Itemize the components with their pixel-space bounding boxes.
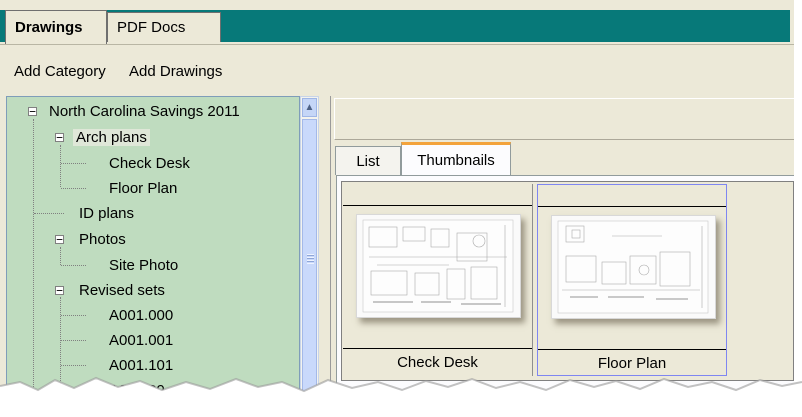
tree-connector: [61, 315, 86, 316]
grip-icon: [307, 254, 314, 264]
tree-node-floor-plan[interactable]: Floor Plan: [109, 176, 177, 200]
divider: [538, 206, 726, 207]
tree-node-label: North Carolina Savings 2011: [49, 102, 240, 120]
scroll-thumb[interactable]: [302, 119, 317, 395]
drawing-thumbnail: [551, 215, 716, 319]
tree-connector: [60, 145, 61, 187]
category-tree: − North Carolina Savings 2011 − Arch pla…: [6, 96, 300, 395]
tab-drawings-label: Drawings: [15, 19, 83, 36]
tree-node-id-plans[interactable]: ID plans: [79, 201, 134, 225]
tree-node-label: A001.000: [109, 306, 174, 324]
tree-node-arch-plans[interactable]: Arch plans: [73, 125, 150, 149]
scroll-up-arrow-icon[interactable]: ▲: [302, 98, 317, 117]
tab-thumbnails-label: Thumbnails: [417, 151, 495, 169]
tree-connector: [61, 188, 86, 189]
collapse-icon[interactable]: −: [55, 132, 64, 143]
tree-node-label: Site Photo: [109, 256, 179, 274]
tree-node-photos[interactable]: Photos: [79, 227, 126, 251]
torn-edge-decoration: [0, 376, 802, 417]
tree-node-revised-sets[interactable]: Revised sets: [79, 278, 165, 302]
thumbnail-card[interactable]: Check Desk: [343, 184, 533, 376]
tree-scrollbar[interactable]: ▲: [300, 96, 319, 395]
tree-node-a001-000[interactable]: A001.000: [109, 303, 173, 327]
divider: [538, 349, 726, 350]
tab-list-label: List: [356, 152, 380, 170]
toolbar: Add Category Add Drawings: [0, 44, 794, 93]
collapse-icon[interactable]: −: [55, 285, 64, 296]
tree-connector: [61, 265, 86, 266]
tab-drawings[interactable]: Drawings: [5, 10, 107, 44]
tree-node-site-photo[interactable]: Site Photo: [109, 253, 178, 277]
tab-pdf-docs-label: PDF Docs: [117, 19, 186, 36]
tree-node-label: Revised sets: [79, 281, 165, 299]
tab-thumbnails[interactable]: Thumbnails: [401, 142, 511, 175]
tree-node-label: Arch plans: [73, 128, 150, 146]
tree-connector: [34, 213, 64, 214]
tree-node-label: Photos: [79, 230, 126, 248]
tree-connector: [33, 119, 34, 395]
drawing-thumbnail: [356, 214, 521, 318]
collapse-icon[interactable]: −: [55, 234, 64, 245]
add-category-button[interactable]: Add Category: [14, 63, 106, 80]
divider: [343, 348, 532, 349]
tree-connector: [61, 340, 86, 341]
tree-connector: [60, 247, 61, 265]
tree-node-label: A001.001: [109, 331, 174, 349]
tab-list[interactable]: List: [335, 146, 401, 175]
content-header: [334, 98, 794, 140]
tab-pdf-docs[interactable]: PDF Docs: [107, 12, 221, 42]
tree-connector: [61, 163, 86, 164]
collapse-icon[interactable]: −: [28, 106, 37, 117]
tree-node-root[interactable]: North Carolina Savings 2011: [49, 99, 240, 123]
divider: [343, 205, 532, 206]
tree-node-a001-001[interactable]: A001.001: [109, 328, 173, 352]
tree-node-label: ID plans: [79, 204, 135, 222]
tree-node-label: Floor Plan: [109, 179, 178, 197]
add-drawings-button[interactable]: Add Drawings: [129, 63, 222, 80]
tree-node-label: Check Desk: [109, 154, 190, 172]
thumbnail-card-selected[interactable]: Floor Plan: [537, 184, 727, 376]
app-window: Drawings PDF Docs Add Category Add Drawi…: [0, 0, 794, 395]
tree-node-check-desk[interactable]: Check Desk: [109, 151, 190, 175]
